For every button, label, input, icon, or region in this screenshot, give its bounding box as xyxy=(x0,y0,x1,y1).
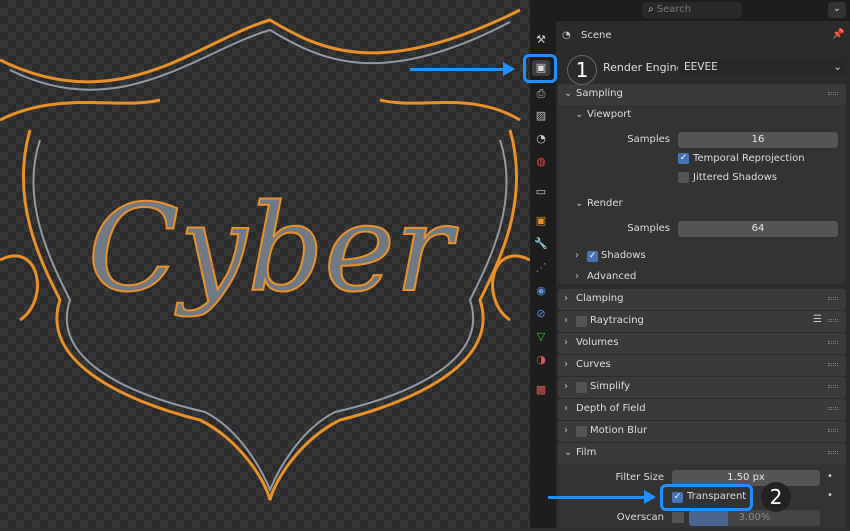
keyframe-dot[interactable]: • xyxy=(827,471,833,482)
temporal-reprojection-checkbox[interactable]: ✓ xyxy=(678,153,689,164)
simplify-header[interactable]: › Simplify xyxy=(558,377,846,398)
keyframe-dot[interactable]: • xyxy=(827,490,833,501)
motion-blur-header[interactable]: › Motion Blur xyxy=(558,421,846,442)
shadows-checkbox[interactable]: ✓ xyxy=(587,251,598,262)
temporal-reprojection-label: Temporal Reprojection xyxy=(693,153,805,164)
sampling-header[interactable]: ⌄ Sampling xyxy=(558,84,846,105)
properties-header: ▤⌄ ⌕ Search ⌄ xyxy=(530,0,850,21)
curves-label: Curves xyxy=(576,359,611,370)
render-label: Render xyxy=(587,198,623,209)
overscan-label: Overscan xyxy=(616,512,664,523)
pin-icon[interactable]: 📌 xyxy=(832,29,844,40)
arrow-to-render-tab xyxy=(410,62,515,76)
transparent-highlight xyxy=(660,484,753,511)
viewport-artwork: Cyber xyxy=(0,8,531,501)
chevron-down-icon: ⌄ xyxy=(564,88,573,99)
depth-of-field-header[interactable]: › Depth of Field xyxy=(558,399,846,420)
raytracing-checkbox[interactable] xyxy=(576,316,587,327)
jittered-shadows-checkbox[interactable] xyxy=(678,172,689,183)
chevron-down-icon: ⌄ xyxy=(833,61,842,73)
tab-view-layer-icon[interactable]: ▨ xyxy=(533,108,549,124)
tab-world-icon[interactable]: ◍ xyxy=(533,154,549,170)
step-2-badge: 2 xyxy=(761,482,791,512)
render-samples-label: Samples xyxy=(627,223,670,234)
tab-texture-icon[interactable]: ▩ xyxy=(533,382,549,398)
context-label: Scene xyxy=(581,30,612,41)
overscan-value: 3.00% xyxy=(738,512,771,523)
motion-blur-label: Motion Blur xyxy=(590,425,648,436)
render-samples-field[interactable]: 64 xyxy=(678,221,838,237)
viewport-subpanel-header[interactable]: ⌄ Viewport xyxy=(575,109,631,120)
list-icon[interactable]: ☰ xyxy=(813,314,822,325)
film-header[interactable]: ⌄ Film xyxy=(558,443,846,464)
search-placeholder: Search xyxy=(656,4,692,15)
overscan-slider[interactable]: 3.00% xyxy=(689,510,820,526)
jittered-shadows-label: Jittered Shadows xyxy=(693,172,777,183)
drag-handle[interactable] xyxy=(828,92,838,95)
motion-blur-checkbox[interactable] xyxy=(576,426,587,437)
scene-icon: ◔ xyxy=(562,30,571,41)
render-tab-highlight xyxy=(523,54,557,83)
depth-of-field-label: Depth of Field xyxy=(576,403,646,414)
chevron-right-icon[interactable]: › xyxy=(575,250,579,261)
step-1-badge: 1 xyxy=(567,55,597,85)
tab-object-icon[interactable]: ▣ xyxy=(533,213,549,229)
simplify-checkbox[interactable] xyxy=(576,382,587,393)
viewport-samples-label: Samples xyxy=(627,134,670,145)
curves-header[interactable]: › Curves xyxy=(558,355,846,376)
search-input[interactable]: ⌕ Search xyxy=(642,2,742,18)
simplify-label: Simplify xyxy=(590,381,631,392)
clamping-label: Clamping xyxy=(576,293,624,304)
film-label: Film xyxy=(576,447,597,458)
advanced-label: Advanced xyxy=(587,271,637,282)
viewport-samples-field[interactable]: 16 xyxy=(678,132,838,148)
tab-tool-icon[interactable]: ⚒ xyxy=(533,32,549,48)
tab-output-icon[interactable]: ⎙ xyxy=(533,86,549,102)
render-engine-value: EEVEE xyxy=(684,61,718,73)
filter-size-label: Filter Size xyxy=(615,472,664,483)
tab-scene-icon[interactable]: ◔ xyxy=(533,131,549,147)
clamping-header[interactable]: › Clamping xyxy=(558,289,846,310)
advanced-subpanel-header[interactable]: › Advanced xyxy=(575,271,636,282)
overscan-checkbox[interactable] xyxy=(672,512,684,523)
tab-collection-icon[interactable]: ▭ xyxy=(533,184,549,200)
tab-physics-icon[interactable]: ◉ xyxy=(533,283,549,299)
volumes-header[interactable]: › Volumes xyxy=(558,333,846,354)
arrow-to-transparent xyxy=(548,490,656,504)
tab-data-icon[interactable]: ▽ xyxy=(533,329,549,345)
tab-particles-icon[interactable]: ⋰ xyxy=(533,260,549,276)
artwork-text: Cyber xyxy=(88,180,459,319)
viewport-label: Viewport xyxy=(587,109,632,120)
tab-modifier-icon[interactable]: 🔧 xyxy=(533,236,549,252)
raytracing-label: Raytracing xyxy=(590,315,644,326)
shadows-label: Shadows xyxy=(601,250,646,261)
raytracing-header[interactable]: › Raytracing ☰ xyxy=(558,311,846,332)
render-subpanel-header[interactable]: ⌄ Render xyxy=(575,198,623,209)
search-icon: ⌕ xyxy=(648,4,657,15)
render-engine-dropdown[interactable]: EEVEE ⌄ xyxy=(678,58,846,76)
tab-constraints-icon[interactable]: ⊘ xyxy=(533,306,549,322)
options-dropdown[interactable]: ⌄ xyxy=(828,2,846,18)
tab-material-icon[interactable]: ◑ xyxy=(533,352,549,368)
sampling-label: Sampling xyxy=(576,88,623,99)
volumes-label: Volumes xyxy=(576,337,619,348)
viewport[interactable]: Cyber xyxy=(0,0,531,528)
render-engine-label: Render Engine xyxy=(603,61,684,74)
